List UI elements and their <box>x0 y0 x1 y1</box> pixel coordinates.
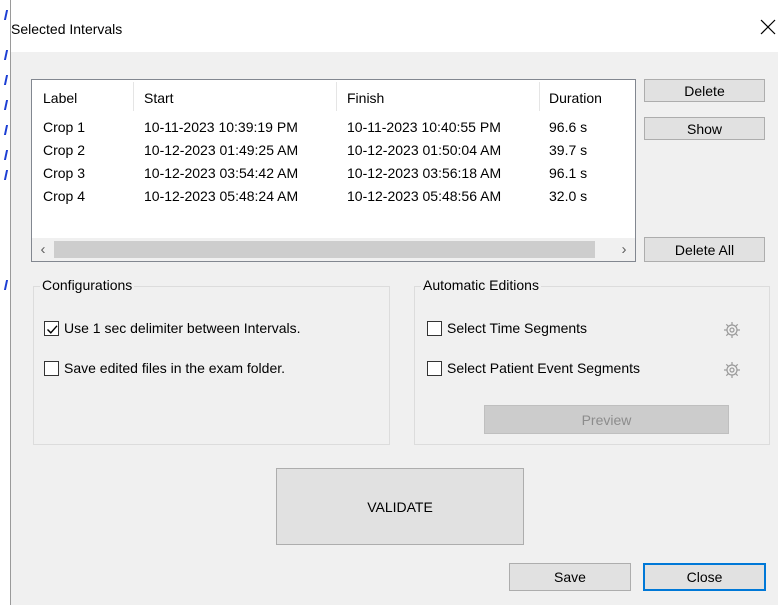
background-mark <box>3 170 9 180</box>
row-2-duration[interactable]: 39.7 s <box>549 142 587 158</box>
scroll-right-icon[interactable]: › <box>613 238 635 261</box>
show-button[interactable]: Show <box>644 117 765 140</box>
scrollbar-thumb[interactable] <box>54 241 595 258</box>
checkbox-box[interactable] <box>44 320 59 336</box>
gear-icon[interactable] <box>723 361 741 379</box>
row-3-start[interactable]: 10-12-2023 03:54:42 AM <box>144 165 298 181</box>
checkmark-icon <box>47 324 58 334</box>
background-mark <box>3 50 9 60</box>
window-title: Selected Intervals <box>11 21 123 37</box>
row-3-label[interactable]: Crop 3 <box>43 165 85 181</box>
validate-button[interactable]: VALIDATE <box>276 468 524 545</box>
close-button[interactable]: Close <box>643 563 766 591</box>
gear-icon[interactable] <box>723 321 741 339</box>
checkbox-box[interactable] <box>427 360 442 376</box>
use-delimiter-checkbox[interactable]: Use 1 sec delimiter between Intervals. <box>44 320 301 336</box>
intervals-list[interactable]: Label Start Finish Duration Crop 1 10-11… <box>31 79 636 262</box>
configurations-title: Configurations <box>40 277 135 293</box>
automatic-editions-group: Automatic Editions Select Time Segments … <box>414 277 770 445</box>
column-header-label[interactable]: Label <box>43 90 77 106</box>
patient-event-segments-checkbox[interactable]: Select Patient Event Segments <box>427 360 640 376</box>
close-icon[interactable] <box>759 18 777 36</box>
checkbox-box[interactable] <box>44 360 59 376</box>
row-4-label[interactable]: Crop 4 <box>43 188 85 204</box>
background-mark <box>3 100 9 110</box>
background-mark <box>3 280 9 290</box>
row-1-finish[interactable]: 10-11-2023 10:40:55 PM <box>347 119 501 135</box>
column-separator[interactable] <box>539 82 540 111</box>
automatic-editions-title: Automatic Editions <box>421 277 541 293</box>
row-1-label[interactable]: Crop 1 <box>43 119 85 135</box>
column-header-duration[interactable]: Duration <box>549 90 602 106</box>
background-mark <box>3 75 9 85</box>
title-bar: Selected Intervals <box>11 0 778 52</box>
patient-event-segments-label[interactable]: Select Patient Event Segments <box>447 360 640 376</box>
background-mark <box>3 10 9 20</box>
row-2-start[interactable]: 10-12-2023 01:49:25 AM <box>144 142 298 158</box>
time-segments-label[interactable]: Select Time Segments <box>447 320 587 336</box>
row-2-label[interactable]: Crop 2 <box>43 142 85 158</box>
delete-button[interactable]: Delete <box>644 79 765 102</box>
background-mark <box>3 125 9 135</box>
preview-button[interactable]: Preview <box>484 405 729 434</box>
column-separator[interactable] <box>336 82 337 111</box>
row-4-duration[interactable]: 32.0 s <box>549 188 587 204</box>
background-mark <box>3 150 9 160</box>
row-2-finish[interactable]: 10-12-2023 01:50:04 AM <box>347 142 501 158</box>
checkbox-box[interactable] <box>427 320 442 336</box>
horizontal-scrollbar[interactable]: ‹ › <box>32 238 635 261</box>
save-in-exam-folder-checkbox[interactable]: Save edited files in the exam folder. <box>44 360 285 376</box>
row-1-start[interactable]: 10-11-2023 10:39:19 PM <box>144 119 298 135</box>
configurations-group: Configurations Use 1 sec delimiter betwe… <box>33 277 390 445</box>
save-button[interactable]: Save <box>509 563 631 591</box>
delete-all-button[interactable]: Delete All <box>644 237 765 262</box>
column-header-finish[interactable]: Finish <box>347 90 384 106</box>
row-3-finish[interactable]: 10-12-2023 03:56:18 AM <box>347 165 501 181</box>
row-3-duration[interactable]: 96.1 s <box>549 165 587 181</box>
time-segments-checkbox[interactable]: Select Time Segments <box>427 320 587 336</box>
use-delimiter-label[interactable]: Use 1 sec delimiter between Intervals. <box>64 320 301 336</box>
row-4-finish[interactable]: 10-12-2023 05:48:56 AM <box>347 188 501 204</box>
column-header-start[interactable]: Start <box>144 90 174 106</box>
selected-intervals-dialog: Selected Intervals Label Start Finish Du… <box>10 0 778 605</box>
column-separator[interactable] <box>133 82 134 111</box>
save-in-exam-folder-label[interactable]: Save edited files in the exam folder. <box>64 360 285 376</box>
scroll-left-icon[interactable]: ‹ <box>32 238 54 261</box>
row-4-start[interactable]: 10-12-2023 05:48:24 AM <box>144 188 298 204</box>
row-1-duration[interactable]: 96.6 s <box>549 119 587 135</box>
